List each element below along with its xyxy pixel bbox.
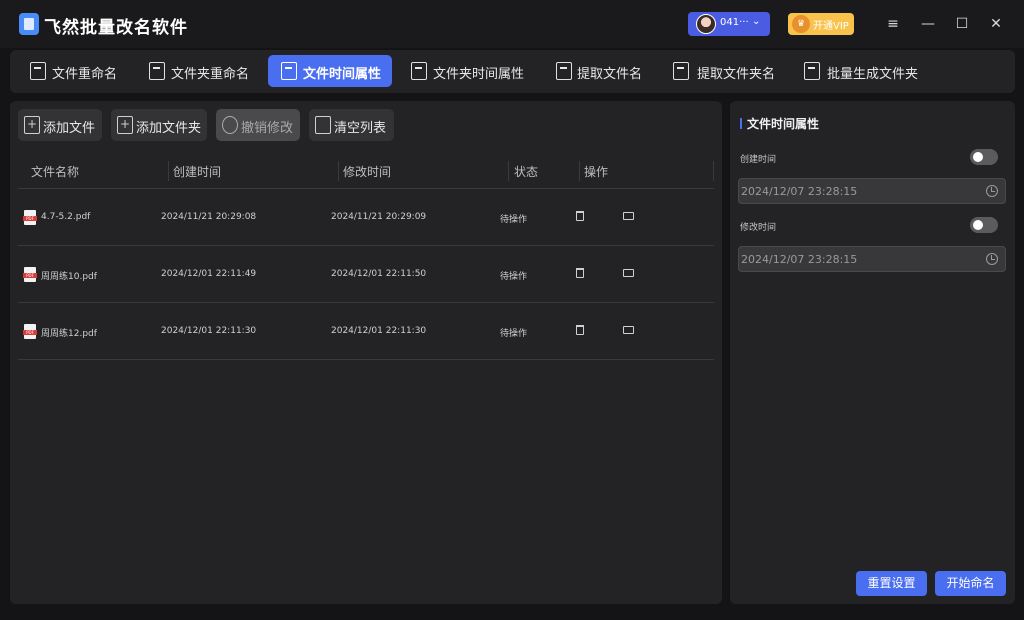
basket-icon <box>315 116 331 134</box>
tab-label: 文件时间属性 <box>303 67 382 82</box>
tab-label: 文件夹时间属性 <box>433 67 525 82</box>
file-list-panel: + 添加文件 + 添加文件夹 撤销修改 清空列表 文件名称 创建时间 修改时间 … <box>10 101 722 604</box>
folder-open-icon[interactable] <box>623 326 634 334</box>
extract-filename-icon <box>556 62 572 80</box>
clear-list-label: 清空列表 <box>334 121 387 136</box>
undo-label: 撤销修改 <box>241 121 294 136</box>
tab-extract-foldername[interactable]: 提取文件夹名 <box>667 55 782 87</box>
start-rename-button[interactable]: 开始命名 <box>935 571 1006 596</box>
clock-icon <box>986 185 998 197</box>
trash-icon[interactable] <box>576 325 584 335</box>
status-text: 待操作 <box>500 329 528 339</box>
file-rename-icon <box>30 62 46 80</box>
column-header: 文件名称 <box>31 165 80 179</box>
file-name: 周周练10.pdf <box>41 272 97 282</box>
tab-folder-rename[interactable]: 文件夹重命名 <box>143 55 258 87</box>
tab-extract-filename[interactable]: 提取文件名 <box>550 55 650 87</box>
file-name: 4.7-5.2.pdf <box>41 212 91 222</box>
add-folder-label: 添加文件夹 <box>136 121 202 136</box>
status-text: 待操作 <box>500 215 528 225</box>
modified-time-picker[interactable]: 2024/12/07 23:28:15 <box>738 246 1006 272</box>
undo-icon <box>222 116 238 134</box>
table-row[interactable]: 周周练10.pdf 2024/12/01 22:11:49 2024/12/01… <box>18 246 714 303</box>
batch-folder-icon <box>804 62 820 80</box>
tab-label: 提取文件名 <box>577 67 643 82</box>
feature-tab-bar: 文件重命名 文件夹重命名 文件时间属性 文件夹时间属性 提取文件名 提取文件夹名… <box>10 50 1015 93</box>
column-divider <box>508 161 509 181</box>
add-folder-icon: + <box>117 116 133 134</box>
avatar <box>696 14 716 34</box>
column-divider <box>168 161 169 181</box>
trash-icon[interactable] <box>576 268 584 278</box>
modified-time: 2024/12/01 22:11:30 <box>331 326 427 336</box>
file-name: 周周练12.pdf <box>41 329 97 339</box>
tab-label: 文件重命名 <box>52 67 118 82</box>
menu-icon[interactable]: ≡ <box>883 14 903 34</box>
tab-label: 提取文件夹名 <box>697 67 776 82</box>
add-folder-button[interactable]: + 添加文件夹 <box>111 109 207 141</box>
tab-file-time[interactable]: 文件时间属性 <box>268 55 392 87</box>
add-file-icon: + <box>24 116 40 134</box>
tab-batch-folder[interactable]: 批量生成文件夹 <box>798 55 923 87</box>
clock-icon <box>986 253 998 265</box>
column-header: 创建时间 <box>173 165 222 179</box>
folder-open-icon[interactable] <box>623 269 634 277</box>
vip-label: 开通VIP <box>813 21 849 32</box>
trash-icon[interactable] <box>576 211 584 221</box>
table-row[interactable]: 周周练12.pdf 2024/12/01 22:11:30 2024/12/01… <box>18 303 714 360</box>
chevron-down-icon: ⌄ <box>752 16 761 27</box>
folder-rename-icon <box>149 62 165 80</box>
modified-time: 2024/12/01 22:11:50 <box>331 269 427 279</box>
tab-file-rename[interactable]: 文件重命名 <box>24 55 124 87</box>
created-time-label: 创建时间 <box>740 155 777 165</box>
vip-button[interactable]: ♛ 开通VIP <box>788 13 854 35</box>
created-time: 2024/12/01 22:11:49 <box>161 269 257 279</box>
add-file-button[interactable]: + 添加文件 <box>18 109 102 141</box>
tab-label: 文件夹重命名 <box>171 67 250 82</box>
table-row[interactable]: 4.7-5.2.pdf 2024/11/21 20:29:08 2024/11/… <box>18 189 714 246</box>
user-name: 041··· <box>720 17 749 28</box>
reset-settings-button[interactable]: 重置设置 <box>856 571 927 596</box>
section-accent-bar <box>740 118 742 129</box>
minimize-icon[interactable]: — <box>918 14 938 34</box>
tab-folder-time[interactable]: 文件夹时间属性 <box>405 55 530 87</box>
created-time-toggle[interactable] <box>970 149 998 165</box>
crown-icon: ♛ <box>792 15 810 33</box>
folder-time-icon <box>411 62 427 80</box>
app-title: 飞然批量改名软件 <box>44 18 188 38</box>
column-divider <box>713 161 714 181</box>
column-header: 修改时间 <box>343 165 392 179</box>
file-time-icon <box>281 62 297 80</box>
created-time-value: 2024/12/07 23:28:15 <box>741 185 858 198</box>
status-text: 待操作 <box>500 272 528 282</box>
table-header: 文件名称 创建时间 修改时间 状态 操作 <box>18 153 714 189</box>
pdf-file-icon <box>23 210 37 225</box>
modified-time-label: 修改时间 <box>740 223 777 233</box>
column-header: 操作 <box>584 165 609 179</box>
add-file-label: 添加文件 <box>43 121 96 136</box>
created-time-picker[interactable]: 2024/12/07 23:28:15 <box>738 178 1006 204</box>
maximize-icon[interactable]: ☐ <box>952 14 972 34</box>
time-settings-panel: 文件时间属性 创建时间 2024/12/07 23:28:15 修改时间 202… <box>730 101 1015 604</box>
extract-foldername-icon <box>673 62 689 80</box>
folder-open-icon[interactable] <box>623 212 634 220</box>
column-divider <box>338 161 339 181</box>
close-icon[interactable]: ✕ <box>986 14 1006 34</box>
tab-label: 批量生成文件夹 <box>827 67 919 82</box>
user-account-dropdown[interactable]: 041··· ⌄ <box>688 12 770 36</box>
clear-list-button[interactable]: 清空列表 <box>309 109 394 141</box>
created-time: 2024/11/21 20:29:08 <box>161 212 257 222</box>
created-time: 2024/12/01 22:11:30 <box>161 326 257 336</box>
pdf-file-icon <box>23 267 37 282</box>
modified-time: 2024/11/21 20:29:09 <box>331 212 427 222</box>
modified-time-toggle[interactable] <box>970 217 998 233</box>
pdf-file-icon <box>23 324 37 339</box>
settings-title: 文件时间属性 <box>747 117 820 131</box>
column-header: 状态 <box>514 165 539 179</box>
column-divider <box>579 161 580 181</box>
undo-button[interactable]: 撤销修改 <box>216 109 300 141</box>
app-logo-icon <box>19 13 39 35</box>
title-bar: 飞然批量改名软件 041··· ⌄ ♛ 开通VIP ≡ — ☐ ✕ <box>0 0 1024 48</box>
modified-time-value: 2024/12/07 23:28:15 <box>741 253 858 266</box>
